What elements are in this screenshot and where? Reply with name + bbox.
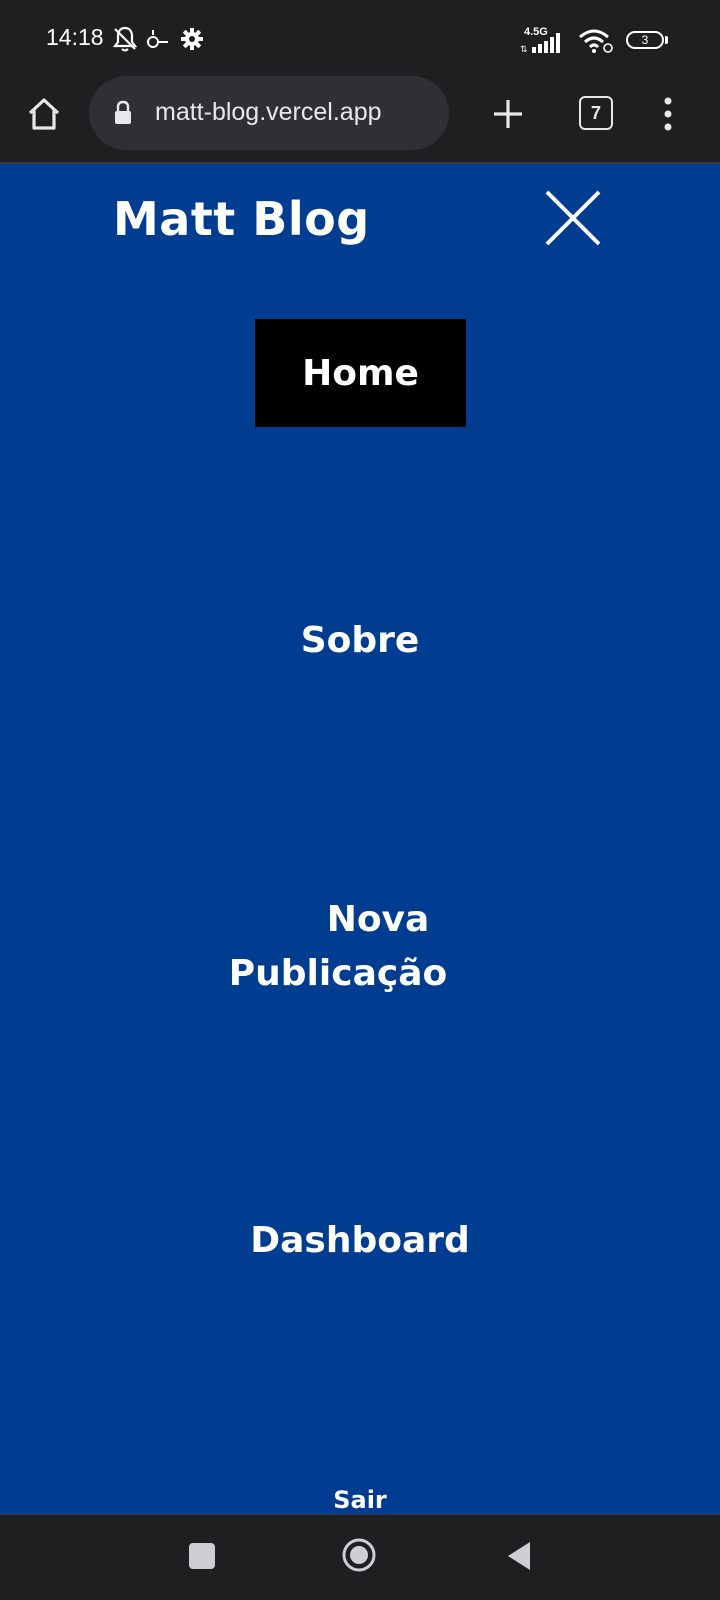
menu-item-home-label: Home xyxy=(302,352,419,394)
browser-toolbar: matt-blog.vercel.app 7 xyxy=(0,76,720,164)
menu-item-sobre[interactable]: Sobre xyxy=(230,620,490,661)
back-icon[interactable] xyxy=(504,1540,532,1572)
menu-item-nova-line2: Publicação xyxy=(228,953,448,994)
menu-item-sair[interactable]: Sair xyxy=(300,1486,420,1514)
system-nav-bar xyxy=(0,1514,720,1600)
plus-icon[interactable] xyxy=(490,96,526,132)
address-bar[interactable]: matt-blog.vercel.app xyxy=(89,76,449,150)
menu-item-nova-publicacao[interactable]: Nova Publicação xyxy=(200,893,520,1001)
recents-icon[interactable] xyxy=(189,1543,215,1569)
lock-icon xyxy=(113,100,133,130)
close-icon[interactable] xyxy=(543,188,603,248)
battery-nub xyxy=(665,36,668,44)
tabs-icon[interactable]: 7 xyxy=(579,96,613,130)
status-time: 14:18 xyxy=(46,24,104,50)
home-circle-icon[interactable] xyxy=(341,1537,377,1573)
more-vert-icon[interactable] xyxy=(660,94,676,134)
site-brand[interactable]: Matt Blog xyxy=(113,192,370,246)
menu-item-sobre-label: Sobre xyxy=(300,620,420,661)
home-icon[interactable] xyxy=(24,94,64,134)
svg-text:⇅: ⇅ xyxy=(520,44,528,54)
battery-icon: 3 xyxy=(626,31,664,49)
menu-item-nova-line1: Nova xyxy=(326,899,430,940)
bell-off-icon xyxy=(112,24,138,54)
url-text: matt-blog.vercel.app xyxy=(155,98,382,126)
menu-item-sair-label: Sair xyxy=(333,1486,387,1514)
menu-item-home[interactable]: Home xyxy=(255,319,466,427)
menu-item-dashboard-label: Dashboard xyxy=(250,1220,470,1261)
menu-item-dashboard[interactable]: Dashboard xyxy=(200,1220,520,1261)
key-icon xyxy=(146,24,170,54)
signal-icon: ⇅ xyxy=(520,28,564,58)
wifi-icon xyxy=(578,26,614,56)
gear-icon xyxy=(180,24,204,54)
status-bar: 14:18 4.5G ⇅ 3 xyxy=(0,0,720,76)
